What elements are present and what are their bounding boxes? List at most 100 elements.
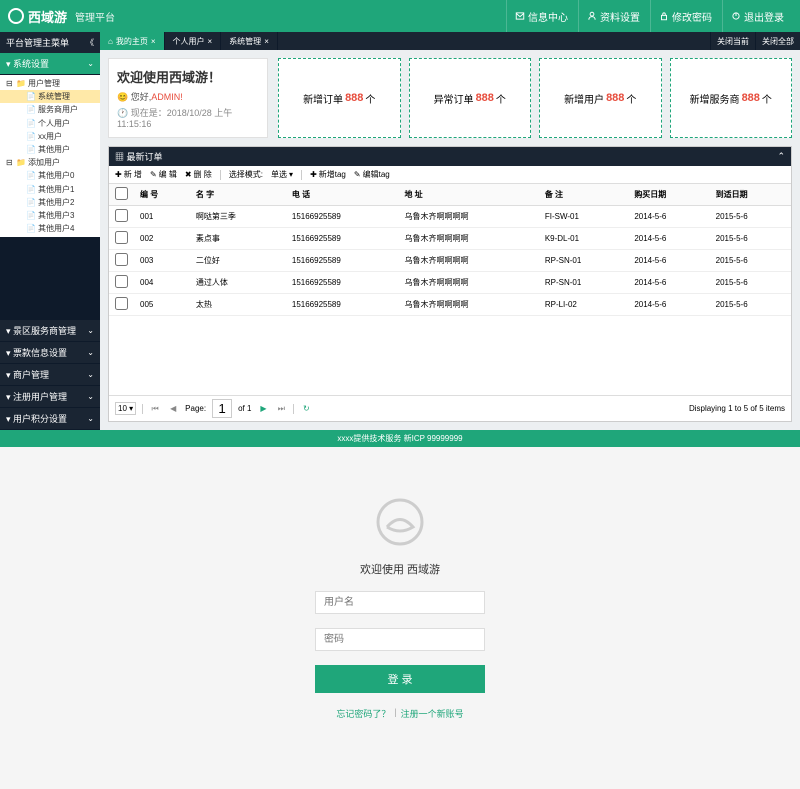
accordion-merchant[interactable]: ▾ 商户管理⌄ [0, 364, 100, 386]
pager-page-input[interactable] [212, 399, 232, 418]
tree-other-3[interactable]: 📄 其他用户3 [0, 209, 100, 222]
col-remark[interactable]: 备 注 [539, 184, 628, 206]
tree-other-1[interactable]: 📄 其他用户1 [0, 183, 100, 196]
tab-sysmgmt[interactable]: 系统管理× [221, 32, 278, 50]
user-icon [587, 11, 597, 21]
close-icon[interactable]: × [208, 37, 213, 46]
username-input[interactable] [315, 591, 485, 614]
nav-password[interactable]: 修改密码 [650, 0, 720, 32]
sidebar-title: 平台管理主菜单 《 [0, 32, 100, 53]
accordion-points[interactable]: ▾ 用户积分设置⌄ [0, 408, 100, 430]
tabs-bar: ⌂我的主页× 个人用户× 系统管理× 关闭当前 关闭全部 [100, 32, 800, 50]
close-all-tabs[interactable]: 关闭全部 [755, 32, 800, 50]
tree-other-user-a[interactable]: 📄 其他用户 [0, 143, 100, 156]
col-phone[interactable]: 电 话 [286, 184, 399, 206]
close-current-tab[interactable]: 关闭当前 [710, 32, 755, 50]
tree-user-mgmt[interactable]: ⊟📁 用户管理 [0, 77, 100, 90]
pager-prev[interactable]: ◀ [167, 404, 179, 413]
password-input[interactable] [315, 628, 485, 651]
top-header: 西域游 管理平台 信息中心 资料设置 修改密码 退出登录 [0, 0, 800, 32]
btn-delete[interactable]: ✖ 删 除 [185, 169, 212, 180]
nav-profile[interactable]: 资料设置 [578, 0, 648, 32]
tree-personal-user[interactable]: 📄 个人用户 [0, 117, 100, 130]
orders-grid: ▦ 最新订单 ⌃ ✚ 新 增 ✎ 编 辑 ✖ 删 除 选择模式: 单选 ▾ ✚ … [108, 146, 792, 422]
login-section: 欢迎使用 西域游 登 录 忘记密码了？ | 注册一个新账号 [0, 447, 800, 770]
tab-personal[interactable]: 个人用户× [165, 32, 222, 50]
login-title: 欢迎使用 西域游 [360, 561, 440, 577]
tree-xx-user[interactable]: 📄 xx用户 [0, 130, 100, 143]
row-check[interactable] [115, 275, 128, 288]
tree-add-user[interactable]: ⊟📁 添加用户 [0, 156, 100, 169]
table-row[interactable]: 005太热15166925589乌鲁木齐啊啊啊啊RP-LI-022014-5-6… [109, 294, 791, 316]
pager-last[interactable]: ⏭ [275, 404, 287, 414]
tree-other-2[interactable]: 📄 其他用户2 [0, 196, 100, 209]
login-links: 忘记密码了？ | 注册一个新账号 [336, 707, 463, 720]
login-logo-icon [375, 497, 425, 547]
accordion-scenic[interactable]: ▾ 景区服务商管理⌄ [0, 320, 100, 342]
row-check[interactable] [115, 231, 128, 244]
accordion-ticket[interactable]: ▾ 票款信息设置⌄ [0, 342, 100, 364]
close-icon[interactable]: × [151, 37, 156, 46]
forgot-password-link[interactable]: 忘记密码了？ [336, 707, 390, 720]
row-check[interactable] [115, 253, 128, 266]
sidebar: 平台管理主菜单 《 ▾ 系统设置⌄ ⊟📁 用户管理 📄 系统管理 📄 服务商用户… [0, 32, 100, 430]
mail-icon [515, 11, 525, 21]
col-due[interactable]: 到适日期 [710, 184, 791, 206]
col-addr[interactable]: 地 址 [398, 184, 538, 206]
tree-sys-mgmt[interactable]: 📄 系统管理 [0, 90, 100, 103]
tree-other-4[interactable]: 📄 其他用户4 [0, 222, 100, 235]
nav-logout[interactable]: 退出登录 [722, 0, 792, 32]
table-row[interactable]: 004通过人体15166925589乌鲁木齐啊啊啊啊RP-SN-012014-5… [109, 272, 791, 294]
check-all[interactable] [115, 187, 128, 200]
collapse-icon[interactable]: ⌃ [777, 151, 785, 162]
table-row[interactable]: 002素点事15166925589乌鲁木齐啊啊啊啊K9-DL-012014-5-… [109, 228, 791, 250]
welcome-greeting: 😊 您好,ADMIN! [117, 90, 259, 103]
home-icon: ⌂ [108, 37, 113, 46]
login-button[interactable]: 登 录 [315, 665, 485, 693]
col-id[interactable]: 编 号 [134, 184, 190, 206]
page-size[interactable]: 10 ▾ [115, 402, 136, 415]
welcome-title: 欢迎使用西域游！ [117, 67, 259, 86]
register-link[interactable]: 注册一个新账号 [401, 707, 464, 720]
stat-new-orders: 新增订单 888 个 [278, 58, 401, 138]
logo-icon [8, 8, 24, 24]
btn-edittag[interactable]: ✎ 编辑tag [354, 169, 390, 180]
header-nav: 信息中心 资料设置 修改密码 退出登录 [506, 0, 792, 32]
brand-logo: 西域游 管理平台 [8, 7, 115, 26]
table-row[interactable]: 003二位好15166925589乌鲁木齐啊啊啊啊RP-SN-012014-5-… [109, 250, 791, 272]
pager-first[interactable]: ⏮ [149, 404, 161, 414]
sel-mode-dropdown[interactable]: 单选 ▾ [271, 169, 293, 180]
power-icon [731, 11, 741, 21]
accordion-system[interactable]: ▾ 系统设置⌄ [0, 53, 100, 75]
btn-edit[interactable]: ✎ 编 辑 [150, 169, 177, 180]
stat-error-orders: 异常订单 888 个 [409, 58, 532, 138]
lock-icon [659, 11, 669, 21]
stat-new-providers: 新增服务商 888 个 [670, 58, 793, 138]
pager-next[interactable]: ▶ [257, 404, 269, 413]
pager: 10 ▾ ⏮ ◀ Page: of 1 ▶ ⏭ ↻ Displaying 1 t… [109, 395, 791, 421]
btn-addtag[interactable]: ✚ 新增tag [310, 169, 346, 180]
tab-home[interactable]: ⌂我的主页× [100, 32, 165, 50]
col-name[interactable]: 名 字 [190, 184, 286, 206]
grid-toolbar: ✚ 新 增 ✎ 编 辑 ✖ 删 除 选择模式: 单选 ▾ ✚ 新增tag ✎ 编… [109, 166, 791, 184]
accordion-reg[interactable]: ▾ 注册用户管理⌄ [0, 386, 100, 408]
btn-add[interactable]: ✚ 新 增 [115, 169, 142, 180]
tree-service-user[interactable]: 📄 服务商用户 [0, 103, 100, 116]
nav-messages[interactable]: 信息中心 [506, 0, 576, 32]
footer: xxxx提供技术服务 新ICP 99999999 [0, 430, 800, 447]
close-icon[interactable]: × [264, 37, 269, 46]
pager-refresh[interactable]: ↻ [300, 404, 312, 413]
table-row[interactable]: 001啊哒第三季15166925589乌鲁木齐啊啊啊啊FI-SW-012014-… [109, 206, 791, 228]
tree-other-0[interactable]: 📄 其他用户0 [0, 169, 100, 182]
grid-title-bar: ▦ 最新订单 ⌃ [109, 147, 791, 166]
welcome-time: 🕐 现在是：2018/10/28 上午11:15:16 [117, 106, 259, 129]
pager-info: Displaying 1 to 5 of 5 items [689, 404, 785, 413]
row-check[interactable] [115, 209, 128, 222]
col-buy[interactable]: 购买日期 [628, 184, 709, 206]
welcome-card: 欢迎使用西域游！ 😊 您好,ADMIN! 🕐 现在是：2018/10/28 上午… [108, 58, 268, 138]
collapse-icon[interactable]: 《 [86, 37, 94, 48]
content-area: ⌂我的主页× 个人用户× 系统管理× 关闭当前 关闭全部 欢迎使用西域游！ 😊 … [100, 32, 800, 430]
nav-tree: ⊟📁 用户管理 📄 系统管理 📄 服务商用户 📄 个人用户 📄 xx用户 📄 其… [0, 75, 100, 237]
data-table: 编 号 名 字 电 话 地 址 备 注 购买日期 到适日期 001啊哒第三季15… [109, 184, 791, 316]
row-check[interactable] [115, 297, 128, 310]
